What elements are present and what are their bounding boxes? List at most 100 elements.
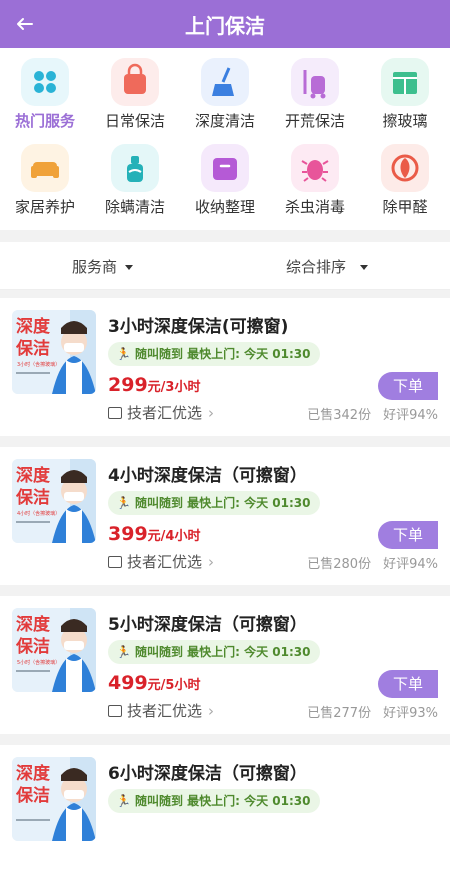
category-label: 开荒保洁: [284, 112, 345, 130]
sort-filter[interactable]: 综合排序: [286, 256, 369, 277]
provider-name: 技者汇优选: [127, 553, 203, 571]
chevron-right-icon: ›: [208, 702, 215, 720]
chevron-right-icon: ›: [208, 553, 215, 571]
price-unit: 元/5小时: [147, 678, 201, 693]
vacuum-icon: [291, 58, 339, 106]
category-spray[interactable]: 除螨清洁: [90, 134, 180, 222]
rating: 好评94%: [383, 408, 438, 423]
category-label: 擦玻璃: [382, 112, 428, 130]
sold-count: 已售342份: [307, 408, 372, 423]
category-broom[interactable]: 深度清洁: [180, 48, 270, 136]
thumb-subtitle: 4小时（含擦玻璃）: [17, 510, 60, 517]
sort-filter-label: 综合排序: [286, 258, 347, 276]
leaf-icon: [381, 144, 429, 192]
running-icon: 🏃: [116, 645, 131, 659]
availability-tag: 🏃 随叫随到 最快上门: 今天 01:30: [108, 342, 321, 366]
thumb-title-1: 深度: [16, 763, 51, 784]
provider-name: 技者汇优选: [127, 702, 203, 720]
thumb-title-1: 深度: [16, 614, 51, 635]
price-unit: 元/4小时: [147, 529, 201, 544]
service-card[interactable]: 深度 保洁 5小时（含擦玻璃） 5小时深度保洁（可擦窗） 🏃 随叫随到 最快上门:…: [0, 596, 450, 734]
bug-icon: [291, 144, 339, 192]
spray-icon: [111, 144, 159, 192]
service-title: 5小时深度保洁（可擦窗）: [108, 615, 307, 635]
running-icon: 🏃: [116, 496, 131, 510]
shop-icon: [108, 705, 122, 717]
price: 499元/5小时: [108, 672, 200, 694]
provider-link[interactable]: 技者汇优选 ›: [108, 700, 214, 721]
filter-bar: 服务商 综合排序: [0, 242, 450, 290]
sold-count: 已售277份: [307, 706, 372, 721]
availability-tag: 🏃 随叫随到 最快上门: 今天 01:30: [108, 491, 321, 515]
service-thumbnail: 深度 保洁 3小时（含擦玻璃）: [12, 310, 96, 394]
category-grid[interactable]: 热门服务: [0, 48, 90, 136]
price: 399元/4小时: [108, 523, 200, 545]
price-value: 499: [108, 672, 148, 694]
sold-count: 已售280份: [307, 557, 372, 572]
category-label: 除甲醛: [382, 198, 428, 216]
thumb-subtitle: 5小时（含擦玻璃）: [17, 659, 60, 666]
order-button[interactable]: 下单: [378, 521, 438, 549]
provider-filter-label: 服务商: [72, 258, 118, 276]
availability-text: 随叫随到 最快上门: 今天 01:30: [134, 645, 311, 659]
service-card[interactable]: 深度 保洁 4小时（含擦玻璃） 4小时深度保洁（可擦窗） 🏃 随叫随到 最快上门:…: [0, 447, 450, 585]
shop-icon: [108, 556, 122, 568]
availability-tag: 🏃 随叫随到 最快上门: 今天 01:30: [108, 640, 321, 664]
sofa-icon: [21, 144, 69, 192]
provider-name: 技者汇优选: [127, 404, 203, 422]
service-card[interactable]: 深度 保洁 3小时（含擦玻璃） 3小时深度保洁(可擦窗) 🏃 随叫随到 最快上门:…: [0, 298, 450, 436]
thumb-title-1: 深度: [16, 465, 51, 486]
provider-link[interactable]: 技者汇优选 ›: [108, 402, 214, 423]
thumb-title-1: 深度: [16, 316, 51, 337]
category-label: 热门服务: [14, 112, 75, 130]
rating: 好评94%: [383, 557, 438, 572]
category-label: 收纳整理: [194, 198, 255, 216]
running-icon: 🏃: [116, 347, 131, 361]
service-thumbnail: 深度 保洁 5小时（含擦玻璃）: [12, 608, 96, 692]
header-bar: 上门保洁: [0, 0, 450, 48]
thumb-title-2: 保洁: [15, 636, 50, 657]
running-icon: 🏃: [116, 794, 131, 808]
category-sofa[interactable]: 家居养护: [0, 134, 90, 222]
category-box[interactable]: 收纳整理: [180, 134, 270, 222]
order-button[interactable]: 下单: [378, 372, 438, 400]
price-unit: 元/3小时: [147, 380, 201, 395]
category-vacuum[interactable]: 开荒保洁: [270, 48, 360, 136]
category-grid: 热门服务 日常保洁 深度清洁 开荒保洁 擦玻璃 家居养护 除螨清洁 收纳整理 杀…: [0, 48, 450, 230]
caret-down-icon: [125, 265, 134, 270]
provider-link[interactable]: 技者汇优选 ›: [108, 551, 214, 572]
service-title: 6小时深度保洁（可擦窗）: [108, 764, 307, 784]
service-thumbnail: 深度 保洁: [12, 757, 96, 841]
page-title: 上门保洁: [185, 14, 265, 38]
service-card[interactable]: 深度 保洁 6小时深度保洁（可擦窗） 🏃 随叫随到 最快上门: 今天 01:30: [0, 745, 450, 883]
category-label: 深度清洁: [194, 112, 255, 130]
service-title: 4小时深度保洁（可擦窗）: [108, 466, 307, 486]
category-window[interactable]: 擦玻璃: [360, 48, 450, 136]
sales-stats: 已售280份 好评94%: [307, 553, 438, 572]
availability-text: 随叫随到 最快上门: 今天 01:30: [134, 496, 311, 510]
service-thumbnail: 深度 保洁 4小时（含擦玻璃）: [12, 459, 96, 543]
category-leaf[interactable]: 除甲醛: [360, 134, 450, 222]
price-value: 399: [108, 523, 148, 545]
rating: 好评93%: [383, 706, 438, 721]
shop-icon: [108, 407, 122, 419]
thumb-title-2: 保洁: [15, 338, 50, 359]
sales-stats: 已售342份 好评94%: [307, 404, 438, 423]
chevron-right-icon: ›: [208, 404, 215, 422]
sales-stats: 已售277份 好评93%: [307, 702, 438, 721]
price: 299元/3小时: [108, 374, 200, 396]
order-button[interactable]: 下单: [378, 670, 438, 698]
availability-text: 随叫随到 最快上门: 今天 01:30: [134, 794, 311, 808]
divider: [0, 230, 450, 242]
category-label: 家居养护: [14, 198, 75, 216]
category-bug[interactable]: 杀虫消毒: [270, 134, 360, 222]
thumb-title-2: 保洁: [15, 487, 50, 508]
service-title: 3小时深度保洁(可擦窗): [108, 317, 289, 337]
availability-tag: 🏃 随叫随到 最快上门: 今天 01:30: [108, 789, 321, 813]
caret-down-icon: [360, 265, 369, 270]
thumb-title-2: 保洁: [15, 785, 50, 806]
broom-icon: [201, 58, 249, 106]
grid-icon: [21, 58, 69, 106]
provider-filter[interactable]: 服务商: [72, 256, 134, 277]
category-bag[interactable]: 日常保洁: [90, 48, 180, 136]
